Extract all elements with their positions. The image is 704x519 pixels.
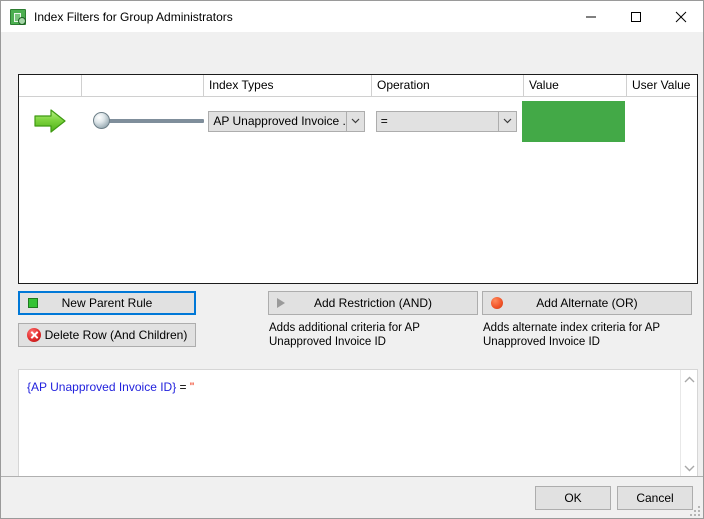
slider-track [99, 119, 204, 123]
new-parent-rule-button[interactable]: New Parent Rule [18, 291, 196, 315]
cancel-label: Cancel [636, 491, 674, 505]
window-controls [568, 1, 703, 32]
close-button[interactable] [658, 1, 703, 32]
green-right-arrow-icon [33, 108, 67, 134]
scroll-up-icon[interactable] [684, 373, 695, 387]
new-parent-rule-label: New Parent Rule [61, 296, 153, 310]
user-value-cell[interactable] [625, 97, 697, 145]
title-bar: Index Filters for Group Administrators [1, 1, 703, 32]
grid-header-index-types[interactable]: Index Types [204, 75, 372, 96]
index-filter-icon [10, 8, 26, 25]
grid-header-user-value[interactable]: User Value [627, 75, 697, 96]
expression-field-token: {AP Unapproved Invoice ID} [27, 380, 177, 394]
table-row[interactable]: AP Unapproved Invoice ... = [19, 97, 697, 145]
slider-handle[interactable] [92, 112, 110, 129]
indent-slider[interactable] [82, 97, 204, 145]
dialog-body: Index Types Operation Value User Value A… [1, 32, 703, 479]
delete-x-icon [27, 328, 41, 342]
filter-grid[interactable]: Index Types Operation Value User Value A… [18, 74, 698, 284]
operation-value: = [380, 114, 388, 128]
chevron-down-icon[interactable] [346, 111, 364, 131]
index-type-value: AP Unapproved Invoice ... [213, 114, 347, 128]
play-triangle-icon [277, 298, 285, 308]
green-square-icon [28, 298, 38, 308]
ok-label: OK [564, 491, 582, 505]
index-type-cell: AP Unapproved Invoice ... [203, 97, 370, 145]
red-circle-icon [491, 297, 503, 309]
operation-cell: = [371, 97, 522, 145]
grid-header-slider[interactable] [82, 75, 204, 96]
grid-header-operation[interactable]: Operation [372, 75, 524, 96]
value-cell[interactable] [522, 97, 626, 145]
delete-row-button[interactable]: Delete Row (And Children) [18, 323, 196, 347]
delete-row-label: Delete Row (And Children) [44, 328, 188, 342]
chevron-down-icon[interactable] [497, 111, 516, 131]
index-type-dropdown[interactable]: AP Unapproved Invoice ... [208, 110, 366, 132]
add-restriction-button[interactable]: Add Restriction (AND) [268, 291, 478, 315]
row-arrow-cell [19, 97, 82, 145]
grid-header-value[interactable]: Value [524, 75, 627, 96]
grid-header-arrow[interactable] [19, 75, 82, 96]
window-title: Index Filters for Group Administrators [34, 9, 233, 24]
scroll-down-icon[interactable] [684, 461, 695, 475]
value-input[interactable] [522, 100, 626, 142]
expression-preview[interactable]: {AP Unapproved Invoice ID} = " [18, 369, 698, 479]
dialog-window: Index Filters for Group Administrators I… [0, 0, 704, 519]
grid-header-row: Index Types Operation Value User Value [19, 75, 697, 97]
resize-grip[interactable] [688, 504, 700, 516]
cancel-button[interactable]: Cancel [617, 486, 693, 510]
expression-literal-token: " [189, 380, 195, 394]
add-alternate-hint: Adds alternate index criteria for AP Una… [483, 322, 660, 348]
add-restriction-hint: Adds additional criteria for AP Unapprov… [269, 322, 420, 348]
maximize-button[interactable] [613, 1, 658, 32]
add-alternate-label: Add Alternate (OR) [536, 296, 638, 310]
minimize-button[interactable] [568, 1, 613, 32]
add-restriction-label: Add Restriction (AND) [313, 296, 433, 310]
dialog-footer: OK Cancel [1, 476, 703, 518]
expression-text: {AP Unapproved Invoice ID} = " [19, 370, 680, 478]
ok-button[interactable]: OK [535, 486, 611, 510]
add-alternate-button[interactable]: Add Alternate (OR) [482, 291, 692, 315]
operation-dropdown[interactable]: = [375, 110, 517, 132]
expression-scrollbar[interactable] [680, 370, 697, 478]
expression-operator-token: = [176, 380, 190, 394]
